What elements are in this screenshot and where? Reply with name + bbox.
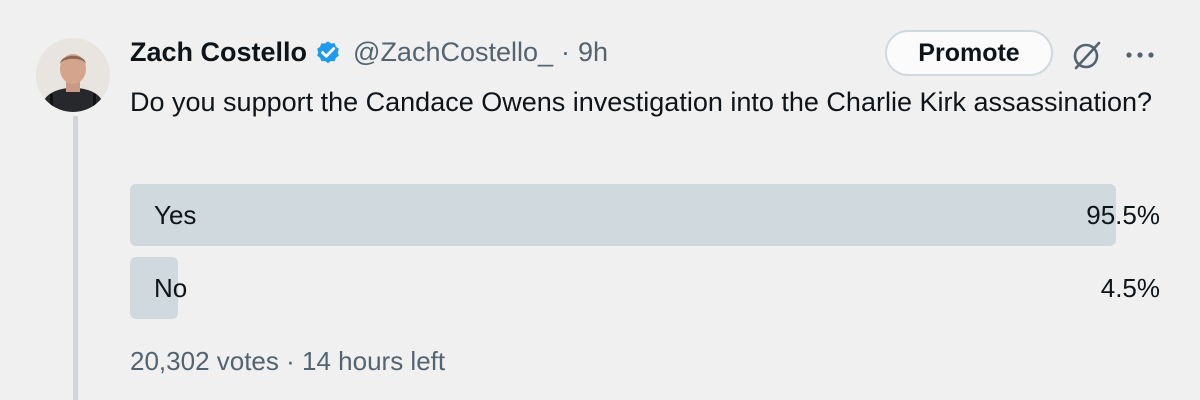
- poll-option-percent: 95.5%: [1086, 200, 1160, 230]
- poll-option-no[interactable]: No 4.5%: [130, 257, 1160, 319]
- grok-icon[interactable]: [1070, 38, 1104, 72]
- poll-meta: 20,302 votes · 14 hours left: [130, 346, 445, 377]
- avatar-image: [36, 38, 110, 112]
- poll-time-left: 14 hours left: [302, 346, 446, 376]
- poll-option-percent: 4.5%: [1100, 273, 1160, 303]
- author-name[interactable]: Zach Costello: [130, 37, 307, 68]
- tweet-timestamp[interactable]: 9h: [578, 37, 608, 68]
- poll-vote-count: 20,302 votes: [130, 346, 279, 376]
- poll-bar: [130, 184, 1116, 246]
- poll-option-label: Yes: [154, 200, 197, 230]
- avatar[interactable]: [36, 38, 110, 112]
- more-icon[interactable]: [1124, 48, 1156, 60]
- separator-dot: ·: [286, 346, 295, 376]
- tweet-header: Zach Costello @ZachCostello_ · 9h: [130, 30, 608, 74]
- promote-button[interactable]: Promote: [885, 30, 1053, 76]
- separator-dot: ·: [561, 36, 571, 67]
- poll-option-label: No: [154, 273, 188, 303]
- poll-option-yes[interactable]: Yes 95.5%: [130, 184, 1160, 246]
- author-handle[interactable]: @ZachCostello_: [353, 37, 553, 68]
- verified-badge-icon: [313, 37, 343, 67]
- tweet-text: Do you support the Candace Owens investi…: [130, 87, 1153, 117]
- thread-line: [73, 116, 78, 400]
